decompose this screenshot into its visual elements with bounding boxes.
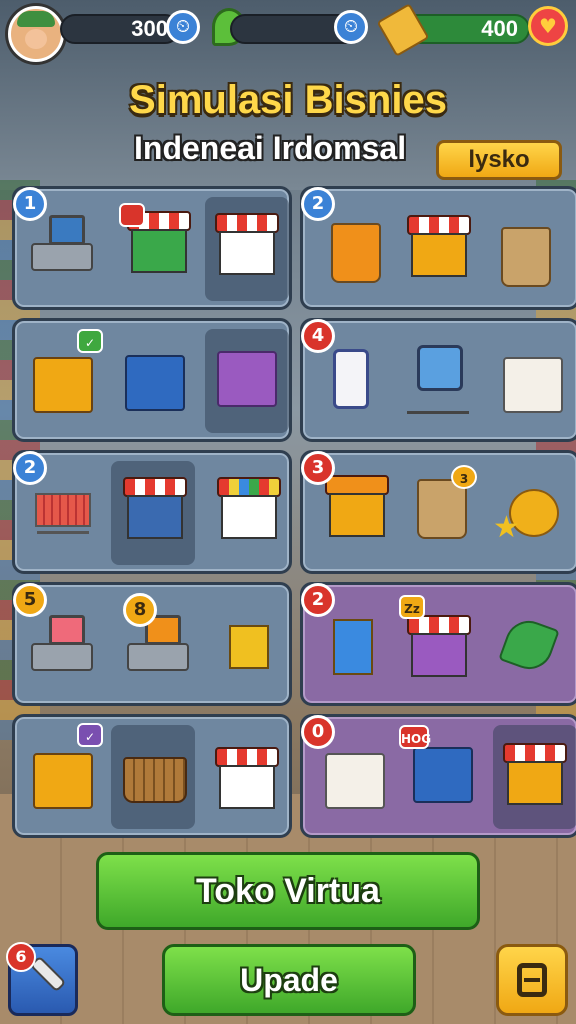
product-card-icon xyxy=(229,625,269,669)
business-card-8[interactable]: 2 Zz xyxy=(300,582,576,706)
white-shop-icon xyxy=(215,213,279,275)
business-card-10[interactable]: 0 HOG xyxy=(300,714,576,838)
shopping-cart-icon xyxy=(31,489,95,543)
business-card-1[interactable]: 1 xyxy=(12,186,292,310)
header-action-button[interactable]: lysko xyxy=(436,140,562,180)
phone-icon xyxy=(333,349,369,409)
star-icon: ★ xyxy=(493,510,520,545)
business-card-5[interactable]: 2 xyxy=(12,450,292,574)
basket-icon xyxy=(123,757,187,803)
business-card-6[interactable]: 3 3 ★ xyxy=(300,450,576,574)
rainbow-shop-icon xyxy=(217,477,281,539)
top-hud: 300 ⏲ ⏲ 400 ♥ xyxy=(0,0,576,64)
business-card-4[interactable]: 4 xyxy=(300,318,576,442)
coins-counter: 300 xyxy=(60,14,180,44)
drink-pack-icon xyxy=(333,619,373,675)
purple-box-icon xyxy=(217,351,277,407)
heart-icon[interactable]: ♥ xyxy=(528,6,568,46)
card-number-badge: 2 xyxy=(13,451,47,485)
card-number-badge: 4 xyxy=(301,319,335,353)
virtual-store-button[interactable]: Toko Virtua xyxy=(96,852,480,930)
blue-shop-icon xyxy=(123,477,187,539)
register-number-badge: 8 xyxy=(123,593,157,627)
gift-box-icon xyxy=(503,357,563,413)
cash-icon xyxy=(376,3,430,57)
purple-shop-icon xyxy=(407,615,471,677)
clock-icon[interactable]: ⏲ xyxy=(166,10,200,44)
orange-shop-icon xyxy=(407,215,471,277)
flower-bag-icon xyxy=(331,223,381,283)
white-shop-icon xyxy=(215,747,279,809)
leaf-plant-icon xyxy=(498,614,560,676)
player-avatar[interactable] xyxy=(8,6,64,62)
menu-button[interactable] xyxy=(496,944,568,1016)
game-subtitle: Indeneai Irdomsal xyxy=(134,130,407,166)
alert-badge xyxy=(119,203,145,227)
label-badge: HOG xyxy=(399,725,431,749)
game-title: Simulasi Bisnies xyxy=(129,78,447,122)
tag-badge: Zz xyxy=(399,595,425,619)
cash-register-icon xyxy=(31,215,93,271)
avatar-face xyxy=(25,29,47,49)
milk-carton-icon xyxy=(325,753,385,809)
check-badge: ✓ xyxy=(77,329,103,353)
blue-box-icon xyxy=(125,355,185,411)
card-number-badge: 1 xyxy=(13,187,47,221)
blue-carton-icon xyxy=(413,747,473,803)
count-badge: 3 xyxy=(451,465,477,489)
crate-icon xyxy=(33,357,93,413)
trolley-icon xyxy=(407,345,469,415)
business-card-2[interactable]: 2 xyxy=(300,186,576,310)
business-card-9[interactable]: ✓ xyxy=(12,714,292,838)
plant-bag-icon xyxy=(501,227,551,287)
check-badge: ✓ xyxy=(77,723,103,747)
card-number-badge: 5 xyxy=(13,583,47,617)
orange-shop-icon xyxy=(503,743,567,805)
avatar-hair xyxy=(17,11,55,27)
upgrade-button[interactable]: Upade xyxy=(162,944,416,1016)
clock-icon-2[interactable]: ⏲ xyxy=(334,10,368,44)
card-number-badge: 2 xyxy=(301,187,335,221)
business-card-7[interactable]: 5 8 xyxy=(12,582,292,706)
business-card-3[interactable]: ✓ xyxy=(12,318,292,442)
crate-icon xyxy=(33,753,93,809)
card-number-badge: 3 xyxy=(301,451,335,485)
tools-badge: 6 xyxy=(6,942,36,972)
orange-stall-icon xyxy=(325,475,389,537)
card-number-badge: 0 xyxy=(301,715,335,749)
pink-register-icon xyxy=(31,615,93,671)
menu-icon xyxy=(517,963,547,997)
card-number-badge: 2 xyxy=(301,583,335,617)
